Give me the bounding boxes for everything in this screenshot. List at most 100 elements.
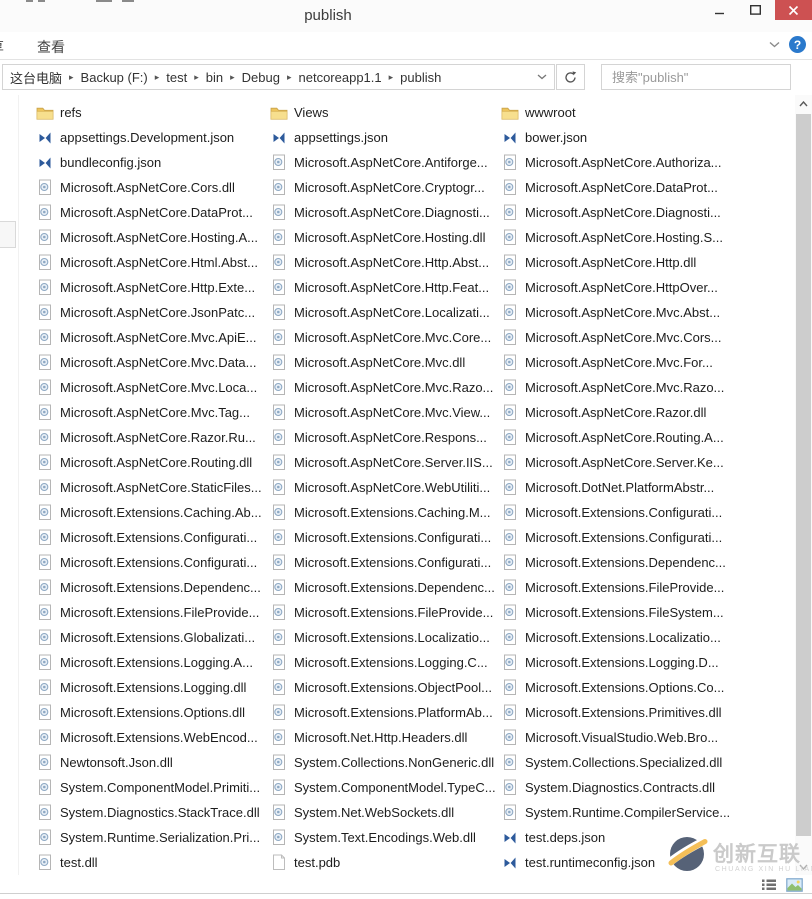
file-item[interactable]: Microsoft.Extensions.Logging.D... — [501, 650, 729, 675]
breadcrumb-item[interactable]: 这台电脑 — [3, 68, 69, 87]
file-item[interactable]: System.ComponentModel.Primiti... — [36, 775, 264, 800]
file-item[interactable]: test.pdb — [270, 850, 498, 875]
file-item[interactable]: Microsoft.AspNetCore.Cors.dll — [36, 175, 264, 200]
file-item[interactable]: Microsoft.Extensions.FileSystem... — [501, 600, 729, 625]
file-item[interactable]: Microsoft.Extensions.Options.dll — [36, 700, 264, 725]
file-item[interactable]: Microsoft.AspNetCore.Antiforge... — [270, 150, 498, 175]
tab-share-cropped[interactable]: 共享 — [0, 37, 13, 57]
file-item[interactable]: Microsoft.Extensions.Localizatio... — [501, 625, 729, 650]
search-box[interactable] — [601, 64, 791, 90]
address-dropdown-chevron-icon[interactable] — [530, 74, 554, 80]
breadcrumb-item[interactable]: test — [159, 70, 194, 85]
file-item[interactable]: Microsoft.Extensions.FileProvide... — [270, 600, 498, 625]
details-view-button[interactable] — [760, 877, 778, 892]
ribbon-collapse-chevron-icon[interactable] — [769, 41, 780, 48]
file-item[interactable]: Microsoft.DotNet.PlatformAbstr... — [501, 475, 729, 500]
file-item[interactable]: Microsoft.AspNetCore.Http.Feat... — [270, 275, 498, 300]
file-item[interactable]: Microsoft.AspNetCore.Respons... — [270, 425, 498, 450]
tab-view[interactable]: 查看 — [37, 37, 65, 57]
file-item[interactable]: Microsoft.Extensions.Configurati... — [270, 550, 498, 575]
file-item[interactable]: Microsoft.Extensions.Configurati... — [270, 525, 498, 550]
file-item[interactable]: Microsoft.Extensions.Logging.A... — [36, 650, 264, 675]
file-item[interactable]: bundleconfig.json — [36, 150, 264, 175]
file-item[interactable]: Microsoft.AspNetCore.Http.Abst... — [270, 250, 498, 275]
file-item[interactable]: Microsoft.AspNetCore.Mvc.View... — [270, 400, 498, 425]
file-item[interactable]: Microsoft.AspNetCore.HttpOver... — [501, 275, 729, 300]
file-item[interactable]: Microsoft.AspNetCore.Html.Abst... — [36, 250, 264, 275]
file-item[interactable]: appsettings.json — [270, 125, 498, 150]
file-item[interactable]: Microsoft.AspNetCore.Authoriza... — [501, 150, 729, 175]
file-item[interactable]: Microsoft.AspNetCore.Mvc.Abst... — [501, 300, 729, 325]
file-item[interactable]: Microsoft.AspNetCore.Diagnosti... — [270, 200, 498, 225]
file-item[interactable]: Microsoft.AspNetCore.Mvc.Razo... — [270, 375, 498, 400]
file-item[interactable]: Microsoft.Extensions.Dependenc... — [501, 550, 729, 575]
file-item[interactable]: Microsoft.AspNetCore.Mvc.Core... — [270, 325, 498, 350]
file-item[interactable]: System.ComponentModel.TypeC... — [270, 775, 498, 800]
file-item[interactable]: Microsoft.Extensions.Caching.M... — [270, 500, 498, 525]
file-item[interactable]: Microsoft.AspNetCore.WebUtiliti... — [270, 475, 498, 500]
file-item[interactable]: test.runtimeconfig.json — [501, 850, 729, 875]
file-item[interactable]: Microsoft.Extensions.Caching.Ab... — [36, 500, 264, 525]
breadcrumb-item[interactable]: Backup (F:) — [74, 70, 155, 85]
breadcrumb-item[interactable]: publish — [393, 70, 448, 85]
file-item[interactable]: Microsoft.AspNetCore.Mvc.Tag... — [36, 400, 264, 425]
file-item[interactable]: Microsoft.AspNetCore.JsonPatc... — [36, 300, 264, 325]
scroll-up-button[interactable] — [795, 95, 812, 112]
file-item[interactable]: Microsoft.AspNetCore.Mvc.Data... — [36, 350, 264, 375]
file-item[interactable]: Microsoft.Extensions.FileProvide... — [501, 575, 729, 600]
file-item[interactable]: Microsoft.Extensions.PlatformAb... — [270, 700, 498, 725]
close-button[interactable] — [775, 0, 812, 20]
help-icon[interactable]: ? — [789, 36, 806, 53]
file-item[interactable]: Microsoft.AspNetCore.Server.Ke... — [501, 450, 729, 475]
file-item[interactable]: Microsoft.AspNetCore.Mvc.For... — [501, 350, 729, 375]
file-item[interactable]: Microsoft.Extensions.Dependenc... — [36, 575, 264, 600]
address-bar[interactable]: 这台电脑 ▸ Backup (F:) ▸ test ▸ bin ▸ Debug ▸ netcorea… — [2, 64, 555, 90]
vertical-scrollbar[interactable] — [795, 95, 812, 875]
scrollbar-thumb[interactable] — [796, 114, 811, 836]
file-item[interactable]: Microsoft.AspNetCore.Http.Exte... — [36, 275, 264, 300]
file-item[interactable]: Newtonsoft.Json.dll — [36, 750, 264, 775]
file-item[interactable]: Microsoft.AspNetCore.Http.dll — [501, 250, 729, 275]
folder-item[interactable]: Views — [270, 100, 498, 125]
file-item[interactable]: bower.json — [501, 125, 729, 150]
file-item[interactable]: Microsoft.AspNetCore.Mvc.Loca... — [36, 375, 264, 400]
file-item[interactable]: test.deps.json — [501, 825, 729, 850]
file-item[interactable]: Microsoft.VisualStudio.Web.Bro... — [501, 725, 729, 750]
file-item[interactable]: test.dll — [36, 850, 264, 875]
file-item[interactable]: Microsoft.Extensions.Globalizati... — [36, 625, 264, 650]
file-item[interactable]: Microsoft.AspNetCore.DataProt... — [36, 200, 264, 225]
file-item[interactable]: Microsoft.Extensions.Configurati... — [36, 550, 264, 575]
file-item[interactable]: System.Collections.Specialized.dll — [501, 750, 729, 775]
breadcrumb-item[interactable]: netcoreapp1.1 — [292, 70, 389, 85]
file-item[interactable]: Microsoft.Extensions.Configurati... — [36, 525, 264, 550]
breadcrumb-item[interactable]: Debug — [235, 70, 287, 85]
file-item[interactable]: Microsoft.Extensions.Logging.C... — [270, 650, 498, 675]
file-item[interactable]: Microsoft.Extensions.Primitives.dll — [501, 700, 729, 725]
file-item[interactable]: System.Text.Encodings.Web.dll — [270, 825, 498, 850]
file-item[interactable]: Microsoft.Extensions.Localizatio... — [270, 625, 498, 650]
file-item[interactable]: Microsoft.AspNetCore.Mvc.ApiE... — [36, 325, 264, 350]
folder-item[interactable]: refs — [36, 100, 264, 125]
file-item[interactable]: System.Collections.NonGeneric.dll — [270, 750, 498, 775]
file-item[interactable]: Microsoft.Extensions.Configurati... — [501, 525, 729, 550]
folder-item[interactable]: wwwroot — [501, 100, 729, 125]
file-item[interactable]: Microsoft.AspNetCore.Diagnosti... — [501, 200, 729, 225]
file-item[interactable]: Microsoft.AspNetCore.Cryptogr... — [270, 175, 498, 200]
file-item[interactable]: System.Diagnostics.Contracts.dll — [501, 775, 729, 800]
scroll-down-button[interactable] — [795, 858, 812, 875]
file-item[interactable]: System.Diagnostics.StackTrace.dll — [36, 800, 264, 825]
file-item[interactable]: Microsoft.Extensions.Dependenc... — [270, 575, 498, 600]
file-item[interactable]: Microsoft.Extensions.ObjectPool... — [270, 675, 498, 700]
file-item[interactable]: System.Net.WebSockets.dll — [270, 800, 498, 825]
file-item[interactable]: appsettings.Development.json — [36, 125, 264, 150]
breadcrumb-item[interactable]: bin — [199, 70, 230, 85]
file-item[interactable]: Microsoft.Extensions.Configurati... — [501, 500, 729, 525]
file-item[interactable]: Microsoft.AspNetCore.DataProt... — [501, 175, 729, 200]
maximize-button[interactable] — [735, 0, 775, 20]
file-item[interactable]: Microsoft.AspNetCore.Routing.dll — [36, 450, 264, 475]
file-item[interactable]: Microsoft.AspNetCore.Hosting.dll — [270, 225, 498, 250]
file-item[interactable]: Microsoft.AspNetCore.Mvc.dll — [270, 350, 498, 375]
file-item[interactable]: Microsoft.AspNetCore.Routing.A... — [501, 425, 729, 450]
file-item[interactable]: Microsoft.AspNetCore.Razor.dll — [501, 400, 729, 425]
file-item[interactable]: System.Runtime.CompilerService... — [501, 800, 729, 825]
